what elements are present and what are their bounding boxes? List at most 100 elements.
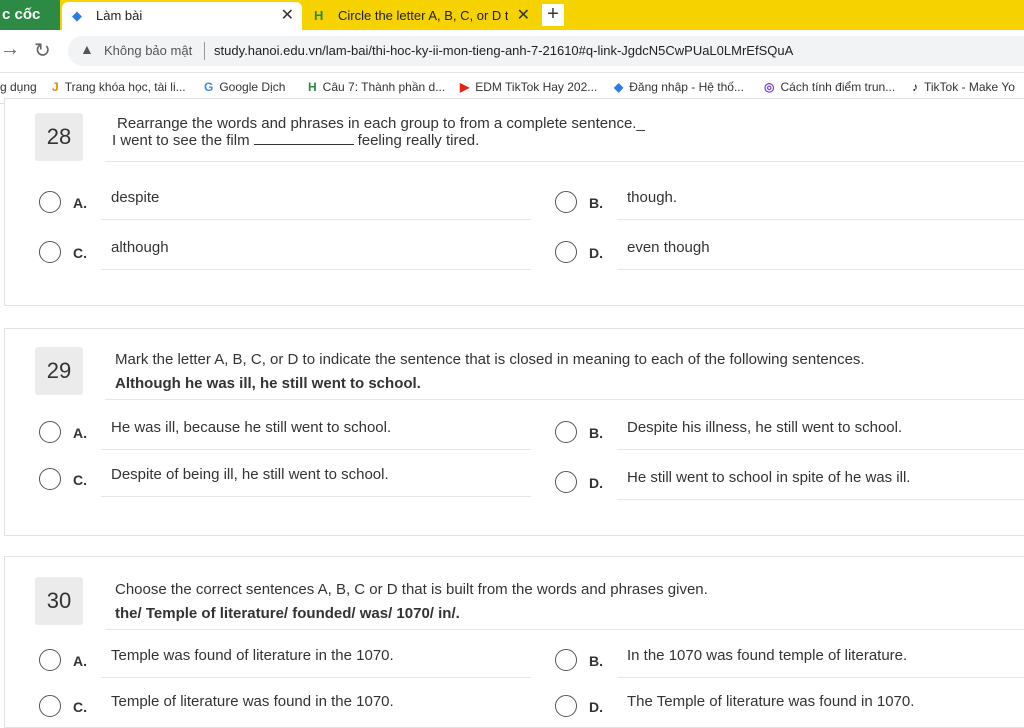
- bookmark-cach-tinh-diem[interactable]: ◎ Cách tính điểm trun...: [764, 80, 895, 94]
- option-underline: [101, 496, 531, 497]
- option-underline: [101, 677, 531, 678]
- question-card-28: 28 Rearrange the words and phrases in ea…: [4, 98, 1024, 306]
- bookmark-google-dich[interactable]: G Google Dịch: [204, 80, 285, 94]
- tab-lam-bai[interactable]: ◆ Làm bài ✕: [62, 2, 302, 30]
- new-tab-button[interactable]: +: [542, 4, 564, 26]
- option-letter: B.: [589, 653, 603, 669]
- option-c[interactable]: C. although: [39, 239, 539, 270]
- sentence-after: feeling really tired.: [357, 132, 480, 149]
- option-letter: A.: [73, 425, 87, 441]
- diamond-icon: ◆: [72, 8, 82, 23]
- option-b[interactable]: B. In the 1070 was found temple of liter…: [555, 647, 1024, 678]
- option-underline: [101, 219, 531, 220]
- bookmark-dang-nhap[interactable]: ◆ Đăng nhập - Hệ thố...: [614, 80, 744, 94]
- radio-button[interactable]: [39, 468, 61, 490]
- option-text[interactable]: although: [111, 239, 169, 256]
- question-card-29: 29 Mark the letter A, B, C, or D to indi…: [4, 328, 1024, 536]
- bookmark-label: Google Dịch: [219, 80, 286, 94]
- question-number: 30: [35, 577, 83, 625]
- option-letter: C.: [73, 472, 87, 488]
- divider: [204, 42, 205, 60]
- question-prompt: Rearrange the words and phrases in each …: [117, 115, 645, 132]
- option-text[interactable]: Despite his illness, he still went to sc…: [627, 419, 902, 436]
- option-text[interactable]: The Temple of literature was found in 10…: [627, 693, 914, 710]
- option-b[interactable]: B. though.: [555, 189, 1024, 220]
- option-d[interactable]: D. He still went to school in spite of h…: [555, 469, 1024, 500]
- bookmark-tiktok[interactable]: ♪ TikTok - Make Yo: [912, 80, 1015, 94]
- option-letter: D.: [589, 699, 603, 715]
- option-text[interactable]: Despite of being ill, he still went to s…: [111, 466, 389, 483]
- option-letter: A.: [73, 653, 87, 669]
- question-sentence: Although he was ill, he still went to sc…: [115, 375, 421, 392]
- option-text[interactable]: Temple of literature was found in the 10…: [111, 693, 394, 710]
- option-a[interactable]: A. Temple was found of literature in the…: [39, 647, 539, 678]
- option-c[interactable]: C. Despite of being ill, he still went t…: [39, 466, 539, 497]
- bookmark-label: Đăng nhập - Hệ thố...: [629, 80, 744, 94]
- bookmark-apps[interactable]: g dụng: [0, 80, 37, 94]
- translate-icon: G: [204, 80, 214, 94]
- close-icon[interactable]: ✕: [281, 2, 294, 29]
- radio-button[interactable]: [555, 695, 577, 717]
- youtube-icon: ▶: [460, 80, 470, 94]
- option-text[interactable]: Temple was found of literature in the 10…: [111, 647, 394, 664]
- warning-icon[interactable]: ▲: [80, 41, 94, 57]
- question-sentence: the/ Temple of literature/ founded/ was/…: [115, 605, 460, 622]
- browser-brand: c cốc: [0, 0, 60, 30]
- radio-button[interactable]: [555, 191, 577, 213]
- radio-button[interactable]: [555, 649, 577, 671]
- bookmark-label: Câu 7: Thành phần d...: [322, 80, 446, 94]
- option-a[interactable]: A. despite: [39, 189, 539, 220]
- diamond-icon: ◆: [614, 80, 624, 94]
- option-c[interactable]: C. Temple of literature was found in the…: [39, 693, 539, 723]
- option-letter: B.: [589, 425, 603, 441]
- question-card-30: 30 Choose the correct sentences A, B, C …: [4, 556, 1024, 728]
- divider: [105, 399, 1024, 400]
- address-bar: → ↻ ▲ Không bảo mật study.hanoi.edu.vn/l…: [0, 30, 1024, 73]
- option-text[interactable]: despite: [111, 189, 159, 206]
- option-letter: C.: [73, 699, 87, 715]
- forward-icon[interactable]: →: [0, 38, 20, 61]
- option-underline: [617, 269, 1024, 270]
- answer-blank: [253, 132, 354, 145]
- divider: [105, 629, 1024, 630]
- option-underline: [101, 269, 531, 270]
- security-label[interactable]: Không bảo mật: [104, 43, 192, 58]
- option-text[interactable]: He still went to school in spite of he w…: [627, 469, 910, 486]
- tiktok-icon: ♪: [912, 80, 918, 94]
- bookmark-trang-khoa-hoc[interactable]: J Trang khóa học, tài li...: [52, 80, 186, 94]
- radio-button[interactable]: [39, 695, 61, 717]
- close-icon[interactable]: ✕: [517, 2, 530, 29]
- option-text[interactable]: though.: [627, 189, 677, 206]
- tab-circle-the-letter[interactable]: H Circle the letter A, B, C, or D t ✕: [304, 2, 538, 30]
- option-underline: [617, 219, 1024, 220]
- option-b[interactable]: B. Despite his illness, he still went to…: [555, 419, 1024, 450]
- question-prompt: Choose the correct sentences A, B, C or …: [115, 581, 708, 598]
- bookmark-cau-7[interactable]: H Câu 7: Thành phần d...: [308, 80, 445, 94]
- reload-icon[interactable]: ↻: [34, 38, 51, 63]
- option-a[interactable]: A. He was ill, because he still went to …: [39, 419, 539, 450]
- option-d[interactable]: D. The Temple of literature was found in…: [555, 693, 1024, 723]
- radio-button[interactable]: [555, 241, 577, 263]
- radio-button[interactable]: [39, 649, 61, 671]
- tab-title: Làm bài: [96, 8, 143, 23]
- option-letter: A.: [73, 195, 87, 211]
- option-d[interactable]: D. even though: [555, 239, 1024, 270]
- option-text[interactable]: In the 1070 was found temple of literatu…: [627, 647, 907, 664]
- radio-button[interactable]: [39, 241, 61, 263]
- bookmark-label: Cách tính điểm trun...: [780, 80, 896, 94]
- quiz-content: 28 Rearrange the words and phrases in ea…: [0, 98, 1024, 728]
- option-letter: D.: [589, 475, 603, 491]
- option-text[interactable]: He was ill, because he still went to sch…: [111, 419, 391, 436]
- radio-button[interactable]: [39, 421, 61, 443]
- hoc-logo-icon: H: [314, 8, 324, 23]
- j-logo-icon: J: [52, 80, 59, 94]
- bookmark-edm-tiktok[interactable]: ▶ EDM TikTok Hay 202...: [460, 80, 597, 94]
- option-letter: D.: [589, 245, 603, 261]
- radio-button[interactable]: [39, 191, 61, 213]
- url-text[interactable]: study.hanoi.edu.vn/lam-bai/thi-hoc-ky-ii…: [214, 43, 793, 58]
- radio-button[interactable]: [555, 471, 577, 493]
- omnibox[interactable]: ▲ Không bảo mật study.hanoi.edu.vn/lam-b…: [68, 36, 1024, 66]
- option-text[interactable]: even though: [627, 239, 710, 256]
- radio-button[interactable]: [555, 421, 577, 443]
- bookmark-label: Trang khóa học, tài li...: [64, 80, 186, 94]
